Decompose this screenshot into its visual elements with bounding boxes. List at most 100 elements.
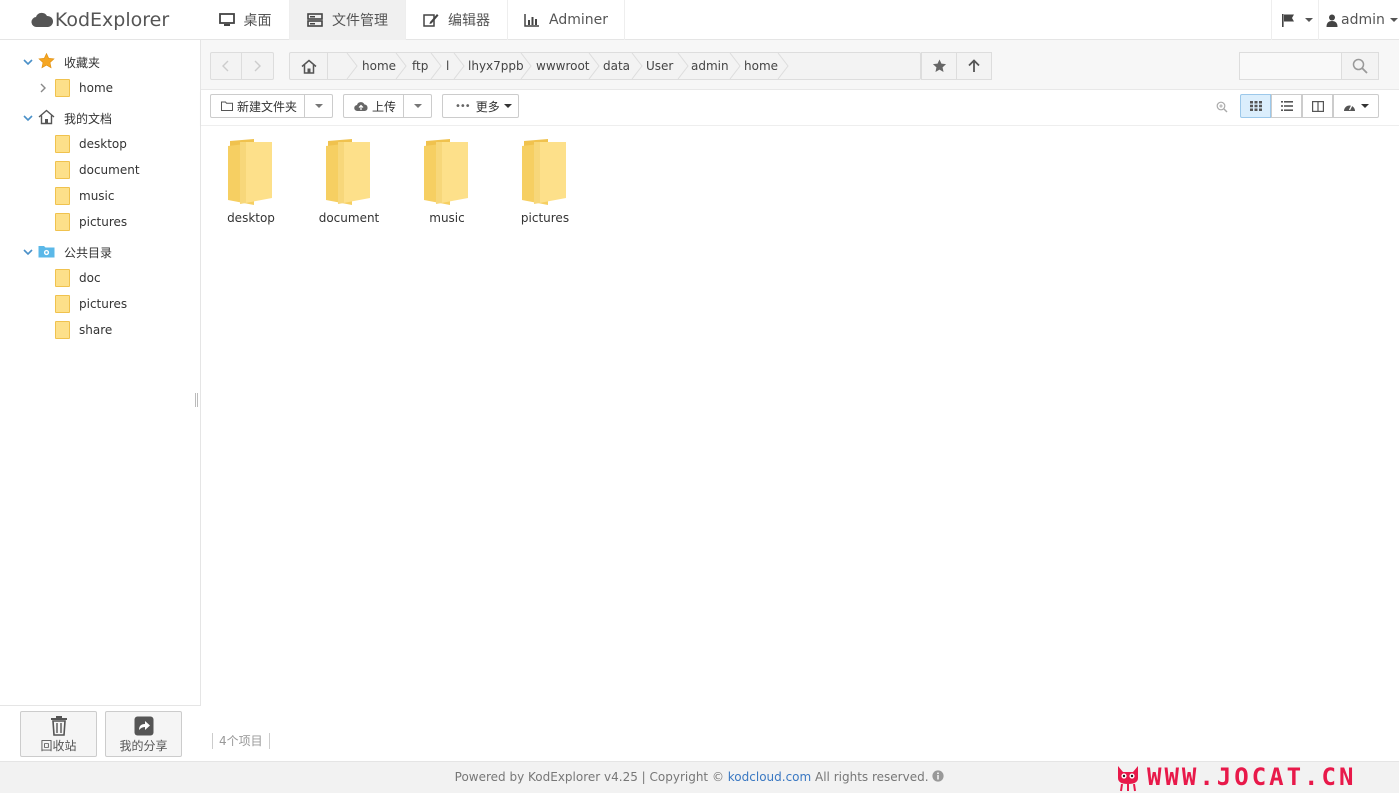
zoom-icon[interactable] [1216, 101, 1228, 113]
new-folder-button[interactable]: 新建文件夹 [210, 94, 333, 118]
sidebar: 收藏夹 home 我的文档 desktop document music pic… [0, 40, 201, 761]
breadcrumb-item[interactable]: home [744, 53, 778, 79]
tree-group-public[interactable]: 公共目录 [0, 240, 200, 264]
upload-label: 上传 [372, 99, 397, 114]
item-count: 4个项目 [212, 733, 270, 749]
search-button[interactable] [1341, 52, 1379, 80]
breadcrumb-separator [588, 53, 600, 79]
forward-button[interactable] [242, 52, 274, 80]
tab-label: Adminer [549, 12, 608, 28]
breadcrumb-item[interactable]: l [446, 53, 449, 79]
more-button[interactable]: ••• 更多 [442, 94, 519, 118]
breadcrumb-item[interactable]: wwwroot [536, 53, 590, 79]
user-name: admin [1341, 12, 1385, 28]
tree-label: home [79, 81, 114, 95]
breadcrumb-separator [777, 53, 789, 79]
tree-label: document [79, 163, 140, 177]
my-share-label: 我的分享 [119, 739, 168, 753]
back-button[interactable] [210, 52, 242, 80]
tree-label: music [79, 189, 115, 203]
file-item-pictures[interactable]: pictures [505, 138, 585, 230]
folder-icon [55, 187, 70, 205]
tab-adminer[interactable]: Adminer [508, 0, 625, 40]
user-menu[interactable]: admin [1318, 0, 1399, 40]
tree-item-desktop[interactable]: desktop [0, 132, 200, 156]
tab-file-manager[interactable]: 文件管理 [290, 0, 406, 40]
share-icon [134, 716, 153, 736]
sidebar-resize-handle[interactable] [195, 393, 198, 407]
tree-item-share[interactable]: share [0, 318, 200, 342]
chevron-down-icon [314, 104, 323, 108]
search-input[interactable] [1239, 52, 1341, 80]
list-view-button[interactable] [1271, 94, 1302, 118]
file-list-area[interactable]: desktop document music pictures 4个项目 [201, 126, 1399, 761]
brand-logo[interactable]: KodExplorer [0, 0, 200, 40]
file-name: music [429, 211, 465, 225]
my-share-button[interactable]: 我的分享 [105, 711, 182, 757]
breadcrumb-item[interactable]: data [603, 53, 630, 79]
breadcrumb-separator [430, 53, 442, 79]
home-icon [301, 59, 316, 74]
file-item-music[interactable]: music [407, 138, 487, 230]
favorite-button[interactable] [921, 52, 957, 80]
flag-icon [1282, 14, 1294, 27]
breadcrumb-item[interactable]: admin [691, 53, 729, 79]
tree-label: share [79, 323, 113, 337]
folder-share-icon [38, 246, 55, 258]
split-view-button[interactable] [1302, 94, 1333, 118]
breadcrumb-separator [520, 53, 532, 79]
tree-item-doc[interactable]: doc [0, 266, 200, 290]
info-icon[interactable] [932, 770, 944, 782]
tree-label: doc [79, 271, 101, 285]
file-name: document [318, 211, 380, 225]
chart-icon [524, 14, 539, 27]
trash-icon [50, 716, 67, 736]
parent-folder-button[interactable] [956, 52, 992, 80]
footer-link[interactable]: kodcloud.com [728, 770, 811, 784]
tree-label: 收藏夹 [64, 55, 101, 70]
tree-item-music[interactable]: music [0, 184, 200, 208]
watermark: WWW.JOCAT.CN [1115, 761, 1356, 793]
breadcrumb-item[interactable]: User [646, 53, 673, 79]
footer-suffix: All rights reserved. [811, 770, 929, 784]
grid-view-button[interactable] [1240, 94, 1271, 118]
folder-icon [326, 139, 370, 205]
tab-desktop[interactable]: 桌面 [201, 0, 290, 40]
tree-group-favorites[interactable]: 收藏夹 [0, 50, 200, 74]
tree-group-my-documents[interactable]: 我的文档 [0, 106, 200, 130]
recycle-bin-button[interactable]: 回收站 [20, 711, 97, 757]
tree-item-home[interactable]: home [0, 76, 200, 100]
folder-icon [55, 161, 70, 179]
chevron-down-icon [23, 59, 33, 66]
file-item-desktop[interactable]: desktop [211, 138, 291, 230]
breadcrumb-item[interactable]: lhyx7ppb [468, 53, 524, 79]
theme-menu-button[interactable] [1333, 94, 1379, 118]
upload-dropdown[interactable] [403, 95, 431, 117]
folder-icon [55, 269, 70, 287]
tab-editor[interactable]: 编辑器 [406, 0, 508, 40]
tree-item-pictures[interactable]: pictures [0, 210, 200, 234]
sidebar-bottom-bar: 回收站 我的分享 [0, 705, 201, 761]
tree-item-document[interactable]: document [0, 158, 200, 182]
upload-button[interactable]: 上传 [343, 94, 432, 118]
tree-item-pictures-public[interactable]: pictures [0, 292, 200, 316]
breadcrumb-root[interactable] [290, 53, 328, 79]
chevron-right-icon [40, 83, 46, 93]
toolbar: 新建文件夹 上传 ••• 更多 [201, 90, 1399, 126]
new-folder-dropdown[interactable] [304, 95, 332, 117]
file-item-document[interactable]: document [309, 138, 389, 230]
chevron-down-icon [23, 249, 33, 256]
chevron-down-icon [1305, 18, 1313, 22]
recycle-bin-label: 回收站 [40, 739, 77, 753]
user-icon [1326, 14, 1338, 27]
breadcrumb-separator [346, 53, 358, 79]
tree-label: desktop [79, 137, 127, 151]
breadcrumb-item[interactable]: home [362, 53, 396, 79]
chevron-left-icon [222, 60, 229, 72]
language-menu[interactable] [1271, 0, 1318, 40]
cloud-upload-icon [354, 101, 368, 111]
breadcrumb-separator [395, 53, 407, 79]
folder-icon [228, 139, 272, 205]
breadcrumb-item[interactable]: ftp [412, 53, 428, 79]
tree-label: 我的文档 [64, 111, 113, 126]
